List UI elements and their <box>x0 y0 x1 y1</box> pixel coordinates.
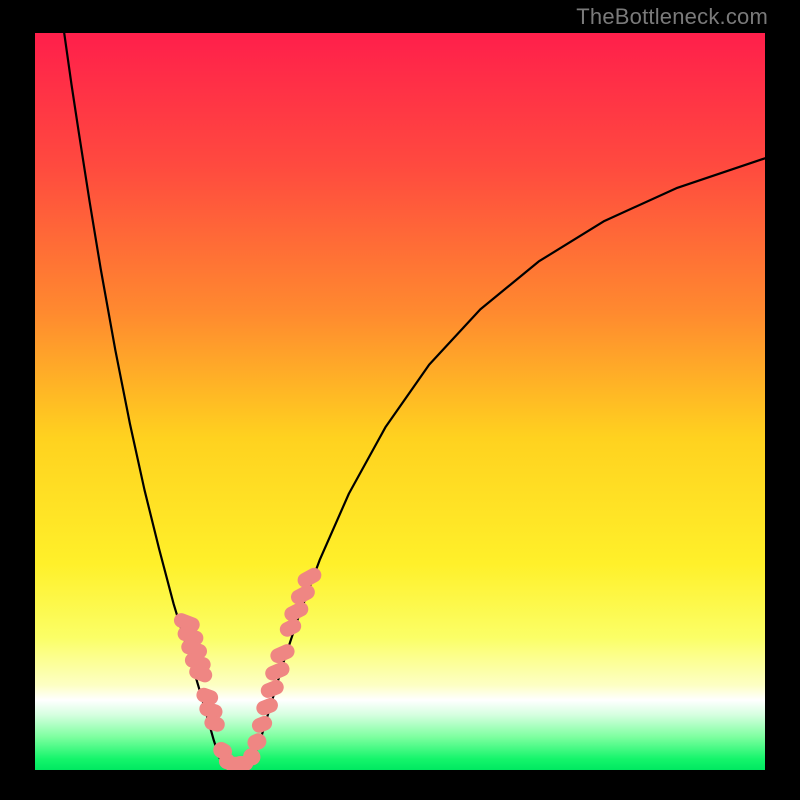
chart-frame: TheBottleneck.com <box>0 0 800 800</box>
chart-svg <box>35 33 765 770</box>
gradient-background <box>35 33 765 770</box>
watermark-text: TheBottleneck.com <box>576 4 768 30</box>
plot-area <box>35 33 765 770</box>
